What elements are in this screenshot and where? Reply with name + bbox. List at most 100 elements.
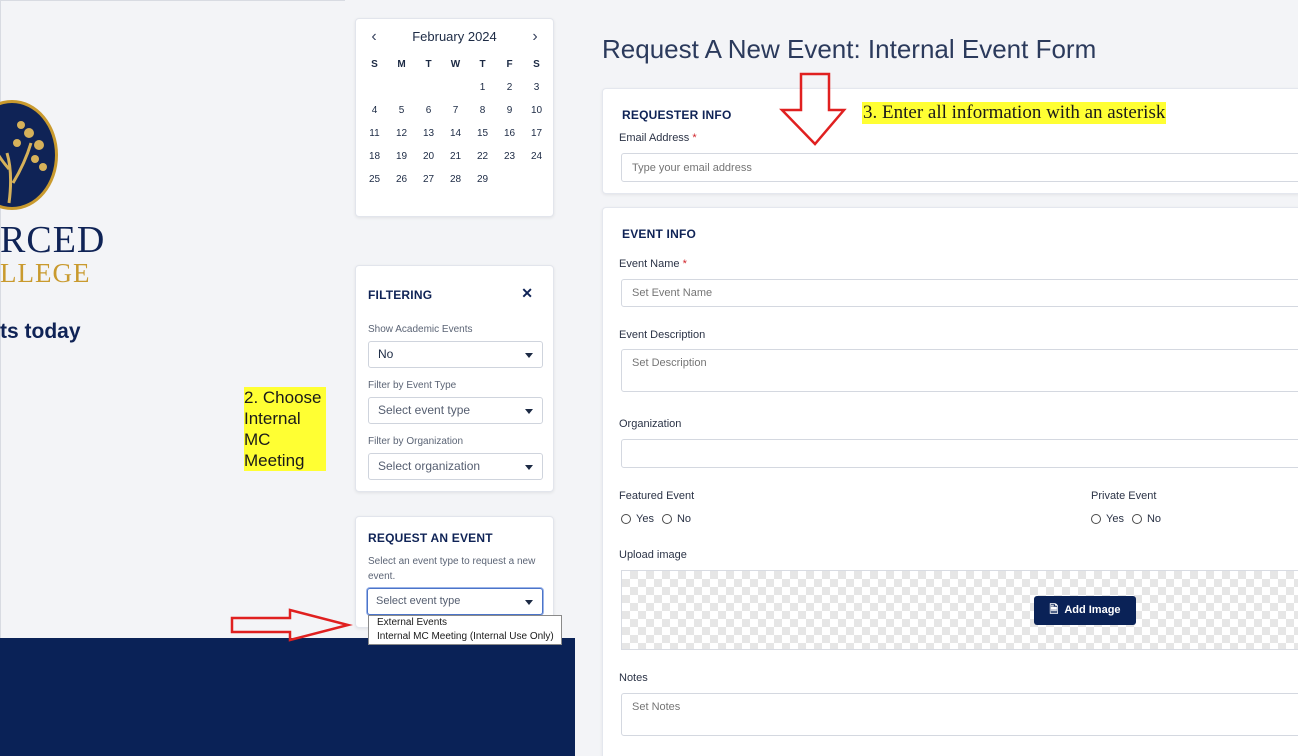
calendar-day[interactable]: 1 — [469, 76, 496, 99]
dropdown-option-external-events[interactable]: External Events — [369, 616, 561, 630]
calendar-day[interactable]: 23 — [496, 145, 523, 168]
hero-tagline: ts today — [0, 320, 81, 343]
caret-down-icon — [525, 353, 533, 358]
calendar-day[interactable]: 4 — [361, 99, 388, 122]
event-description-textarea[interactable] — [621, 349, 1298, 392]
organization-filter-label: Filter by Organization — [368, 436, 464, 447]
chevron-right-icon[interactable]: › — [525, 27, 545, 47]
annotation-step-2-line1: 2. Choose — [244, 388, 322, 407]
filtering-header: FILTERING ✕ — [368, 285, 541, 302]
calendar-empty-cell — [361, 76, 388, 99]
calendar-day[interactable]: 15 — [469, 122, 496, 145]
calendar-day[interactable]: 5 — [388, 99, 415, 122]
calendar-weekday: W — [450, 59, 461, 70]
featured-no-radio[interactable] — [661, 514, 672, 524]
calendar-empty-cell — [415, 76, 442, 99]
event-description-label: Event Description — [619, 329, 706, 341]
calendar-day[interactable]: 22 — [469, 145, 496, 168]
private-yes-radio[interactable] — [1091, 514, 1101, 524]
event-name-input[interactable] — [621, 279, 1298, 307]
private-no-radio[interactable] — [1131, 514, 1142, 524]
mini-calendar: ‹ February 2024 › S M T W T F S 1 2 3 4 5 6 7 8 9 10 11 12… — [355, 18, 554, 217]
annotation-arrow-down-icon — [779, 72, 847, 146]
calendar-day[interactable]: 12 — [388, 122, 415, 145]
footer-band — [0, 638, 575, 756]
notes-textarea[interactable] — [621, 693, 1298, 736]
calendar-day[interactable]: 3 — [523, 76, 550, 99]
calendar-day[interactable]: 27 — [415, 168, 442, 191]
calendar-day[interactable]: 7 — [442, 99, 469, 122]
image-upload-area[interactable] — [621, 570, 1298, 650]
private-no-label: No — [1146, 513, 1162, 525]
calendar-day[interactable]: 9 — [496, 99, 523, 122]
calendar-day[interactable]: 13 — [415, 122, 442, 145]
email-input[interactable] — [621, 153, 1298, 182]
calendar-day[interactable]: 26 — [388, 168, 415, 191]
featured-event-label: Featured Event — [619, 490, 695, 502]
close-icon[interactable]: ✕ — [521, 285, 533, 302]
private-yes-label: Yes — [1106, 513, 1124, 525]
event-type-filter-select[interactable]: Select event type — [368, 397, 543, 424]
caret-down-icon — [525, 465, 533, 470]
featured-yes-radio[interactable] — [621, 514, 631, 524]
calendar-day[interactable]: 20 — [415, 145, 442, 168]
calendar-day[interactable]: 10 — [523, 99, 550, 122]
organization-input[interactable] — [621, 439, 1298, 468]
calendar-day[interactable]: 18 — [361, 145, 388, 168]
request-event-description: Select an event type to request a new ev… — [368, 556, 536, 582]
calendar-weekday: S — [533, 59, 540, 70]
calendar-day[interactable]: 17 — [523, 122, 550, 145]
calendar-day[interactable]: 11 — [361, 122, 388, 145]
calendar-day[interactable]: 8 — [469, 99, 496, 122]
request-event-title: REQUEST AN EVENT — [368, 531, 493, 545]
logo-wordmark-top: RCED — [0, 219, 106, 261]
notes-label: Notes — [619, 672, 648, 684]
page-title: Request A New Event: Internal Event Form — [602, 34, 1097, 64]
calendar-weekday: S — [371, 59, 378, 70]
calendar-day[interactable]: 16 — [496, 122, 523, 145]
caret-down-icon — [525, 409, 533, 414]
upload-image-label: Upload image — [619, 549, 687, 561]
email-label: Email Address * — [619, 132, 697, 144]
calendar-day[interactable]: 19 — [388, 145, 415, 168]
event-name-label: Event Name * — [619, 258, 687, 270]
calendar-day[interactable]: 28 — [442, 168, 469, 191]
featured-yes-label: Yes — [636, 513, 654, 525]
organization-filter-value: Select organization — [378, 459, 481, 473]
calendar-empty-cell — [523, 168, 550, 191]
filtering-title: FILTERING — [368, 288, 433, 302]
request-event-type-value: Select event type — [376, 595, 461, 607]
request-event-type-select[interactable]: Select event type — [367, 588, 543, 615]
academic-events-value: No — [378, 347, 394, 361]
annotation-arrow-right-icon — [230, 608, 353, 642]
calendar-grid: S M T W T F S 1 2 3 4 5 6 7 8 9 10 11 12 13 14 15 16 17 18 19 20 21… — [361, 53, 550, 191]
required-mark: * — [692, 132, 697, 144]
dropdown-option-internal-mc-meeting[interactable]: Internal MC Meeting (Internal Use Only) — [369, 630, 561, 644]
calendar-weekday: F — [506, 59, 513, 70]
featured-no-label: No — [676, 513, 692, 525]
calendar-day[interactable]: 21 — [442, 145, 469, 168]
annotation-step-2-line2: Internal — [244, 409, 301, 428]
calendar-empty-cell — [442, 76, 469, 99]
event-type-filter-label: Filter by Event Type — [368, 380, 457, 391]
logo-wordmark-bottom: LLEGE — [0, 258, 91, 288]
calendar-empty-cell — [496, 168, 523, 191]
add-image-label: Add Image — [1064, 604, 1121, 616]
calendar-day[interactable]: 2 — [496, 76, 523, 99]
required-mark: * — [682, 258, 687, 270]
chevron-left-icon[interactable]: ‹ — [364, 27, 384, 47]
filtering-panel: FILTERING ✕ Show Academic Events No Filt… — [355, 265, 554, 492]
organization-label: Organization — [619, 418, 682, 430]
calendar-day[interactable]: 24 — [523, 145, 550, 168]
add-image-button[interactable]: 🗎 Add Image — [1034, 596, 1136, 625]
organization-filter-select[interactable]: Select organization — [368, 453, 543, 480]
private-event-label: Private Event — [1091, 490, 1157, 502]
calendar-day[interactable]: 29 — [469, 168, 496, 191]
annotation-step-2-line3: MC — [244, 430, 271, 449]
calendar-day[interactable]: 25 — [361, 168, 388, 191]
academic-events-select[interactable]: No — [368, 341, 543, 368]
calendar-day[interactable]: 14 — [442, 122, 469, 145]
calendar-day[interactable]: 6 — [415, 99, 442, 122]
event-type-dropdown: External Events Internal MC Meeting (Int… — [368, 615, 562, 645]
featured-event-radio-group: Yes No — [621, 513, 691, 525]
